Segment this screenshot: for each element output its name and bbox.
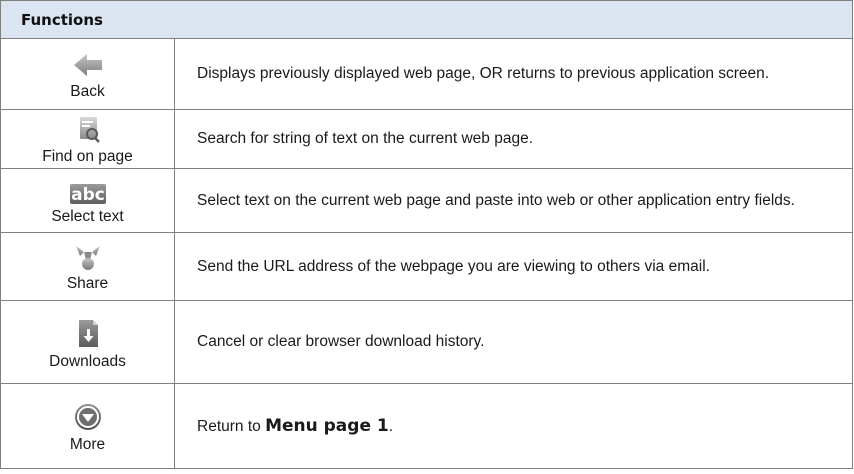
icon-label: Downloads	[49, 352, 126, 370]
icon-cell: More	[0, 383, 175, 469]
description-prefix: Return to	[197, 417, 266, 435]
functions-table: Functions Back Displays previously displ…	[0, 0, 853, 469]
table-row-find-on-page: Find on page Search for string of text o…	[0, 109, 853, 169]
table-row-more: More Return to Menu page 1.	[0, 383, 853, 469]
description-cell: Search for string of text on the current…	[174, 109, 853, 169]
share-icon	[75, 246, 100, 270]
table-row-downloads: Downloads Cancel or clear browser downlo…	[0, 300, 853, 384]
icon-cell: Downloads	[0, 300, 175, 384]
description-cell: Return to Menu page 1.	[174, 383, 853, 469]
svg-text:abc: abc	[71, 185, 105, 205]
icon-label: More	[69, 435, 106, 453]
icon-cell: Find on page	[0, 109, 175, 169]
icon-label: Select text	[51, 207, 124, 225]
table-row-select-text: abc Select text Select text on the curre…	[0, 168, 853, 233]
icon-label: Find on page	[42, 147, 133, 165]
icon-cell: Share	[0, 232, 175, 301]
description-cell: Send the URL address of the webpage you …	[174, 232, 853, 301]
table-header-title: Functions	[0, 0, 853, 39]
more-icon	[74, 403, 101, 430]
back-arrow-icon	[73, 53, 102, 76]
description-cell: Displays previously displayed web page, …	[174, 38, 853, 110]
icon-label: Back	[70, 82, 105, 100]
description-cell: Select text on the current web page and …	[174, 168, 853, 233]
icon-label: Share	[66, 275, 109, 292]
description-cell: Cancel or clear browser download history…	[174, 300, 853, 384]
downloads-icon	[78, 319, 98, 347]
icon-cell: abc Select text	[0, 168, 175, 233]
menu-page-1-reference: Menu page 1	[265, 415, 389, 436]
description-suffix: .	[388, 417, 394, 435]
find-on-page-icon	[79, 116, 100, 143]
table-row-back: Back Displays previously displayed web p…	[0, 38, 853, 110]
select-text-icon: abc	[69, 183, 106, 205]
table-row-share: Share Send the URL address of the webpag…	[0, 232, 853, 301]
icon-cell: Back	[0, 38, 175, 110]
table-header-row: Functions	[0, 0, 853, 39]
